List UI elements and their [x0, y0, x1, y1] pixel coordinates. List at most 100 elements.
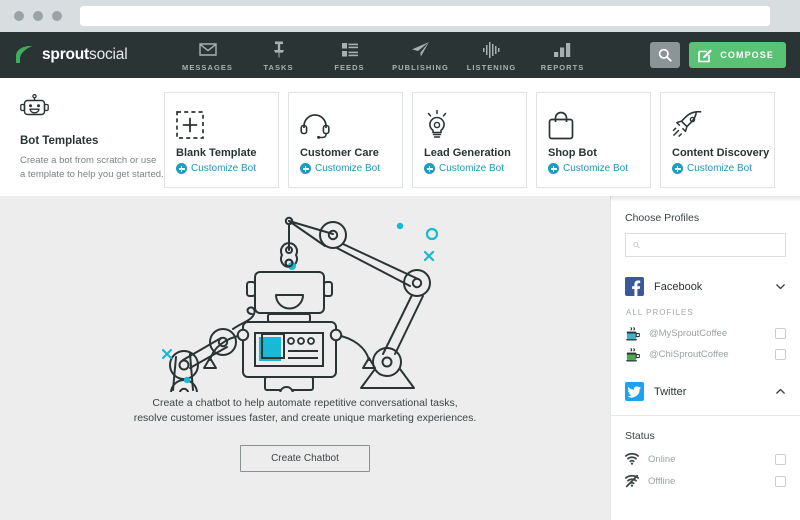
- template-card-content-discovery[interactable]: Content Discovery Customize Bot: [660, 92, 775, 188]
- tagline-line-2: resolve customer issues faster, and crea…: [133, 412, 477, 424]
- search-icon: [659, 48, 672, 62]
- profile-row[interactable]: @ChiSproutCoffee: [625, 344, 786, 365]
- facebook-icon: [625, 277, 644, 296]
- minimize-window-dot[interactable]: [33, 11, 43, 21]
- nav-item-listening[interactable]: LISTENING: [456, 38, 527, 72]
- customize-bot-link[interactable]: Customize Bot: [300, 163, 391, 174]
- network-row-twitter[interactable]: Twitter: [625, 379, 786, 404]
- sproutsocial-logo[interactable]: sproutsocial: [14, 45, 154, 65]
- coffee-cup-green-avatar: [625, 347, 640, 362]
- wifi-icon: [625, 452, 639, 465]
- network-row-facebook[interactable]: Facebook: [625, 274, 786, 299]
- profile-handle: @ChiSproutCoffee: [649, 349, 729, 360]
- waveform-icon: [482, 41, 501, 58]
- network-name: Facebook: [654, 280, 703, 293]
- nav-label-feeds: FEEDS: [334, 63, 365, 72]
- bar-chart-icon: [554, 41, 571, 58]
- chevron-down-icon[interactable]: [775, 281, 786, 292]
- shopping-bag-icon: [548, 103, 639, 147]
- status-checkbox[interactable]: [775, 453, 786, 465]
- status-row-offline[interactable]: Offline: [625, 470, 786, 492]
- status-heading: Status: [625, 430, 655, 442]
- panel-heading: Choose Profiles: [625, 212, 700, 224]
- feeds-icon: [341, 41, 358, 58]
- panel-divider: [611, 415, 800, 416]
- url-bar[interactable]: [80, 6, 770, 26]
- status-label: Online: [648, 453, 676, 465]
- nav-label-publishing: PUBLISHING: [392, 63, 449, 72]
- profile-handle: @MySproutCoffee: [649, 328, 728, 339]
- chatbot-empty-state: Create a chatbot to help automate repeti…: [0, 196, 610, 520]
- nav-item-publishing[interactable]: PUBLISHING: [385, 38, 456, 72]
- template-card-lead-generation[interactable]: Lead Generation Customize Bot: [412, 92, 527, 188]
- compose-label: COMPOSE: [720, 50, 774, 60]
- status-checkbox[interactable]: [775, 475, 786, 487]
- network-name: Twitter: [654, 385, 687, 398]
- profile-checkbox[interactable]: [775, 328, 786, 339]
- nav-item-messages[interactable]: MESSAGES: [172, 38, 243, 72]
- plus-circle-icon: [424, 163, 435, 174]
- tagline-line-1: Create a chatbot to help automate repeti…: [152, 397, 458, 409]
- customize-bot-link[interactable]: Customize Bot: [548, 163, 639, 174]
- coffee-cup-blue-avatar: [625, 326, 640, 341]
- profile-row[interactable]: @MySproutCoffee: [625, 323, 786, 344]
- template-name: Shop Bot: [548, 147, 597, 159]
- plus-circle-icon: [176, 163, 187, 174]
- bot-templates-intro: Bot Templates Create a bot from scratch …: [14, 92, 164, 182]
- close-window-dot[interactable]: [14, 11, 24, 21]
- template-name: Content Discovery: [672, 147, 770, 159]
- profile-checkbox[interactable]: [775, 349, 786, 360]
- compose-button[interactable]: COMPOSE: [689, 42, 786, 68]
- template-card-customer-care[interactable]: Customer Care Customize Bot: [288, 92, 403, 188]
- twitter-icon: [625, 382, 644, 401]
- nav-item-tasks[interactable]: TASKS: [243, 38, 314, 72]
- chevron-up-icon[interactable]: [775, 386, 786, 397]
- plus-circle-icon: [300, 163, 311, 174]
- status-row-online[interactable]: Online: [625, 448, 786, 470]
- search-icon: [633, 241, 640, 249]
- empty-state-tagline: Create a chatbot to help automate repeti…: [134, 396, 477, 426]
- nav-item-reports[interactable]: REPORTS: [527, 38, 598, 72]
- maximize-window-dot[interactable]: [52, 11, 62, 21]
- template-name: Blank Template: [176, 147, 257, 159]
- nav-actions: COMPOSE: [650, 32, 786, 78]
- template-card-shop-bot[interactable]: Shop Bot Customize Bot: [536, 92, 651, 188]
- template-cards: Blank Template Customize Bot Customer Ca…: [164, 92, 775, 188]
- customize-bot-link[interactable]: Customize Bot: [424, 163, 515, 174]
- bot-templates-description: Create a bot from scratch or use a templ…: [20, 155, 164, 180]
- template-name: Customer Care: [300, 147, 379, 159]
- dashed-plus-icon: [176, 103, 267, 147]
- wifi-off-icon: [625, 474, 639, 488]
- headset-icon: [300, 103, 391, 147]
- logo-bold-text: sprout: [42, 46, 90, 63]
- choose-profiles-panel: Choose Profiles Facebook ALL PROFILES @M…: [610, 196, 800, 520]
- customize-bot-link[interactable]: Customize Bot: [176, 163, 267, 174]
- search-button[interactable]: [650, 42, 681, 68]
- profile-search-input[interactable]: [646, 239, 778, 251]
- logo-wordmark: sproutsocial: [42, 46, 128, 64]
- nav-items: MESSAGES TASKS FEEDS PUBLISHING LISTENIN…: [172, 38, 598, 72]
- main-navigation: sproutsocial MESSAGES TASKS FEEDS PUBLIS…: [0, 32, 800, 78]
- profile-search-field[interactable]: [625, 233, 786, 257]
- status-label: Offline: [648, 475, 676, 487]
- window-controls: [14, 11, 62, 21]
- bot-templates-strip: Bot Templates Create a bot from scratch …: [0, 78, 800, 202]
- compose-pencil-icon: [698, 48, 713, 62]
- nav-label-reports: REPORTS: [540, 63, 585, 72]
- bot-templates-title: Bot Templates: [20, 135, 99, 147]
- nav-label-messages: MESSAGES: [182, 63, 233, 72]
- customize-bot-label: Customize Bot: [315, 163, 381, 174]
- customize-bot-label: Customize Bot: [439, 163, 505, 174]
- lightbulb-icon: [424, 103, 515, 147]
- nav-item-feeds[interactable]: FEEDS: [314, 38, 385, 72]
- content-body: Create a chatbot to help automate repeti…: [0, 196, 800, 520]
- browser-chrome: [0, 0, 800, 32]
- nav-label-tasks: TASKS: [263, 63, 294, 72]
- customize-bot-link[interactable]: Customize Bot: [672, 163, 763, 174]
- pin-icon: [272, 41, 286, 58]
- template-name: Lead Generation: [424, 147, 511, 159]
- envelope-icon: [198, 41, 217, 58]
- template-card-blank-template[interactable]: Blank Template Customize Bot: [164, 92, 279, 188]
- create-chatbot-button[interactable]: Create Chatbot: [240, 445, 370, 472]
- robot-with-arms-illustration: [161, 216, 439, 392]
